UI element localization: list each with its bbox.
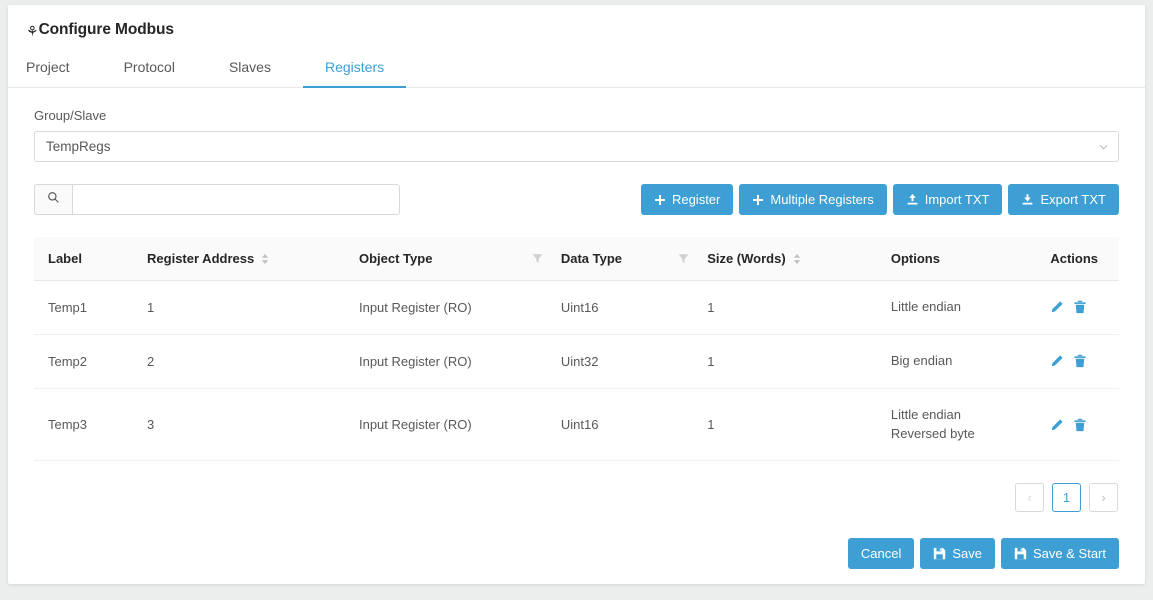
cell-size-words: 1 xyxy=(707,280,891,335)
tab-protocol[interactable]: Protocol xyxy=(124,49,175,87)
gear-icon: ⚘ xyxy=(26,23,39,39)
pagination-next-button[interactable]: › xyxy=(1089,483,1118,513)
column-header-data-type: Data Type xyxy=(560,237,708,281)
cell-object-type: Input Register (RO) xyxy=(358,280,561,335)
cell-size-words: 1 xyxy=(707,388,891,462)
save-button[interactable]: Save xyxy=(920,538,996,570)
save-label: Save xyxy=(952,546,983,562)
tab-bar: Project Protocol Slaves Registers xyxy=(8,49,1145,88)
table-row[interactable]: Temp1 1 Input Register (RO) Uint16 1 Lit… xyxy=(34,280,1119,335)
tab-registers[interactable]: Registers xyxy=(302,49,407,88)
plus-icon xyxy=(654,194,666,206)
cell-label: Temp1 xyxy=(34,280,148,335)
card-body: Group/Slave TempRegs Register Multiple R… xyxy=(8,88,1145,513)
import-txt-label: Import TXT xyxy=(924,192,990,207)
card-header: ⚘ Configure Modbus Project Protocol Slav… xyxy=(8,5,1145,88)
column-header-object-type: Object Type xyxy=(358,237,561,281)
cell-options: Little endian Reversed byte xyxy=(890,388,1051,462)
upload-icon xyxy=(906,193,919,206)
export-txt-button[interactable]: Export TXT xyxy=(1008,184,1119,215)
title-row: ⚘ Configure Modbus xyxy=(8,21,1145,39)
download-icon xyxy=(1021,193,1034,206)
plus-icon xyxy=(752,194,764,206)
cell-object-type: Input Register (RO) xyxy=(358,334,561,389)
filter-funnel-icon[interactable] xyxy=(532,253,543,264)
cell-actions xyxy=(1050,334,1119,389)
cell-data-type: Uint16 xyxy=(560,388,708,462)
chevron-down-icon xyxy=(1099,142,1108,151)
column-header-options: Options xyxy=(890,237,1051,281)
cell-size-words: 1 xyxy=(707,334,891,389)
table-row[interactable]: Temp2 2 Input Register (RO) Uint32 1 Big… xyxy=(34,334,1119,389)
import-txt-button[interactable]: Import TXT xyxy=(892,184,1003,215)
search-button[interactable] xyxy=(34,184,72,215)
column-header-size-words[interactable]: Size (Words) xyxy=(707,237,891,281)
sort-caret-icon[interactable] xyxy=(793,253,801,265)
option-item: Big endian xyxy=(890,352,953,368)
pagination: ‹ 1 › xyxy=(34,483,1119,513)
tab-slaves[interactable]: Slaves xyxy=(229,49,271,87)
column-header-actions: Actions xyxy=(1050,237,1119,281)
cell-register-address: 2 xyxy=(147,334,359,389)
delete-trash-icon[interactable] xyxy=(1073,354,1087,368)
cell-options: Big endian xyxy=(890,334,1051,389)
sort-caret-icon[interactable] xyxy=(261,253,269,265)
edit-pencil-icon[interactable] xyxy=(1050,354,1064,368)
search-input[interactable] xyxy=(72,184,400,215)
save-and-start-button[interactable]: Save & Start xyxy=(1001,538,1119,570)
cell-register-address: 3 xyxy=(147,388,359,462)
registers-table: Label Register Address Object Type Data … xyxy=(34,237,1119,462)
table-header-row: Label Register Address Object Type Data … xyxy=(34,237,1119,281)
export-txt-label: Export TXT xyxy=(1040,192,1106,207)
delete-trash-icon[interactable] xyxy=(1073,300,1087,314)
edit-pencil-icon[interactable] xyxy=(1050,418,1064,432)
pagination-prev-button[interactable]: ‹ xyxy=(1015,483,1044,513)
pagination-page-1[interactable]: 1 xyxy=(1052,483,1081,513)
group-slave-selected-value: TempRegs xyxy=(46,139,111,154)
tab-project[interactable]: Project xyxy=(26,49,70,87)
cell-actions xyxy=(1050,280,1119,335)
option-item: Little endian xyxy=(890,406,961,422)
search-icon xyxy=(47,191,60,209)
toolbar-buttons: Register Multiple Registers Import TXT E… xyxy=(640,184,1119,215)
save-and-start-label: Save & Start xyxy=(1033,546,1106,562)
edit-pencil-icon[interactable] xyxy=(1050,300,1064,314)
card-footer: Cancel Save Save & Start xyxy=(8,538,1145,570)
option-item: Little endian xyxy=(890,299,961,314)
group-slave-select[interactable]: TempRegs xyxy=(34,131,1119,162)
add-multiple-registers-button[interactable]: Multiple Registers xyxy=(739,184,887,215)
add-register-label: Register xyxy=(671,192,721,207)
cell-actions xyxy=(1050,388,1119,462)
add-register-button[interactable]: Register xyxy=(640,184,734,215)
search-box xyxy=(34,184,400,215)
cell-label: Temp2 xyxy=(34,334,148,389)
filter-funnel-icon[interactable] xyxy=(678,253,689,264)
option-item: Reversed byte xyxy=(890,425,975,441)
page-title: Configure Modbus xyxy=(38,21,174,38)
configure-modbus-card: ⚘ Configure Modbus Project Protocol Slav… xyxy=(8,5,1145,584)
table-row[interactable]: Temp3 3 Input Register (RO) Uint16 1 Lit… xyxy=(34,388,1119,462)
cell-label: Temp3 xyxy=(34,388,148,462)
table-toolbar: Register Multiple Registers Import TXT E… xyxy=(34,184,1119,215)
cell-data-type: Uint32 xyxy=(560,334,708,389)
floppy-disk-icon xyxy=(1014,547,1027,560)
cell-data-type: Uint16 xyxy=(560,280,708,335)
delete-trash-icon[interactable] xyxy=(1073,418,1087,432)
column-header-register-address[interactable]: Register Address xyxy=(147,237,359,281)
cancel-button[interactable]: Cancel xyxy=(847,538,915,570)
floppy-disk-icon xyxy=(933,547,946,560)
cell-register-address: 1 xyxy=(147,280,359,335)
add-multiple-registers-label: Multiple Registers xyxy=(770,192,874,207)
cancel-label: Cancel xyxy=(860,546,902,562)
cell-object-type: Input Register (RO) xyxy=(358,388,561,462)
column-header-label: Label xyxy=(34,237,148,281)
cell-options: Little endian xyxy=(890,280,1051,335)
group-slave-label: Group/Slave xyxy=(34,108,107,123)
